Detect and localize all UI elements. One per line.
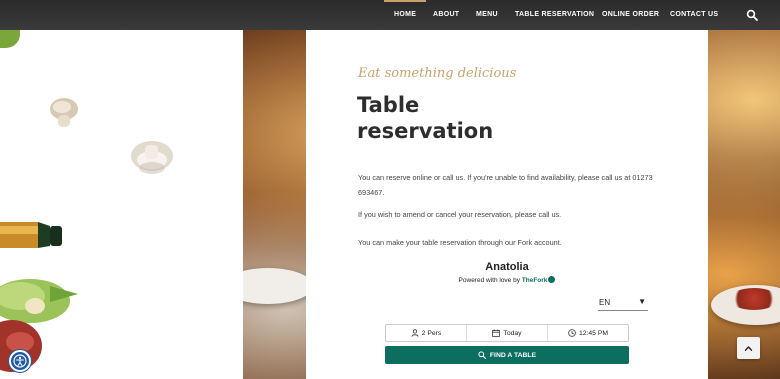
booking-options-bar: 2 Pers Today 12:45 PM — [385, 324, 629, 342]
food-image — [729, 288, 779, 310]
powered-by-line: Powered with love by TheFork — [306, 276, 708, 284]
reservation-card: Eat something delicious Table reservatio… — [306, 30, 708, 379]
language-select[interactable]: EN ▼ — [598, 295, 648, 311]
nav-menu[interactable]: MENU — [476, 0, 498, 30]
time-selector[interactable]: 12:45 PM — [547, 325, 628, 341]
clock-icon — [568, 329, 576, 337]
calendar-icon — [492, 329, 501, 337]
search-icon[interactable] — [746, 9, 758, 21]
mushroom-image — [50, 98, 78, 127]
nav-about[interactable]: ABOUT — [433, 0, 459, 30]
restaurant-name: Anatolia — [485, 261, 529, 273]
find-a-table-button[interactable]: FIND A TABLE — [385, 346, 629, 364]
accessibility-button[interactable] — [9, 350, 31, 372]
oil-bottle-image — [0, 222, 62, 248]
reservation-info-text: You can reserve online or call us. If yo… — [358, 173, 653, 197]
powered-by-text: Powered with love by — [458, 277, 520, 284]
left-food-panel — [0, 30, 243, 379]
tagline: Eat something delicious — [358, 66, 517, 81]
page-title: Table reservation — [357, 93, 494, 143]
time-value: 12:45 PM — [578, 329, 609, 337]
top-navigation-bar: HOME ABOUT MENU TABLE RESERVATION ONLINE… — [0, 0, 780, 30]
nav-home[interactable]: HOME — [383, 0, 427, 30]
nav-table-reservation[interactable]: TABLE RESERVATION — [515, 0, 594, 30]
nav-online-order[interactable]: ONLINE ORDER — [602, 0, 659, 30]
party-size-selector[interactable]: 2 Pers — [386, 325, 466, 341]
fork-account-text: You can make your table reservation thro… — [358, 238, 562, 247]
dropdown-arrow-icon: ▼ — [638, 297, 646, 306]
search-icon — [478, 351, 486, 359]
chevron-up-icon — [744, 345, 753, 351]
thefork-logo-icon — [548, 276, 556, 283]
date-value: Today — [503, 329, 522, 337]
nav-contact-us[interactable]: CONTACT US — [670, 0, 718, 30]
date-selector[interactable]: Today — [466, 325, 547, 341]
party-size-value: 2 Pers — [421, 329, 442, 337]
accessibility-icon — [13, 354, 27, 368]
greens-image — [0, 30, 20, 48]
thefork-brand[interactable]: TheFork — [522, 277, 548, 284]
plate-image — [243, 268, 313, 304]
scroll-to-top-button[interactable] — [737, 337, 760, 359]
person-icon — [411, 329, 419, 337]
find-a-table-label: FIND A TABLE — [489, 351, 537, 359]
mushroom-image — [131, 141, 173, 174]
language-value: EN — [599, 298, 611, 307]
amend-cancel-text: If you wish to amend or cancel your rese… — [358, 210, 562, 219]
